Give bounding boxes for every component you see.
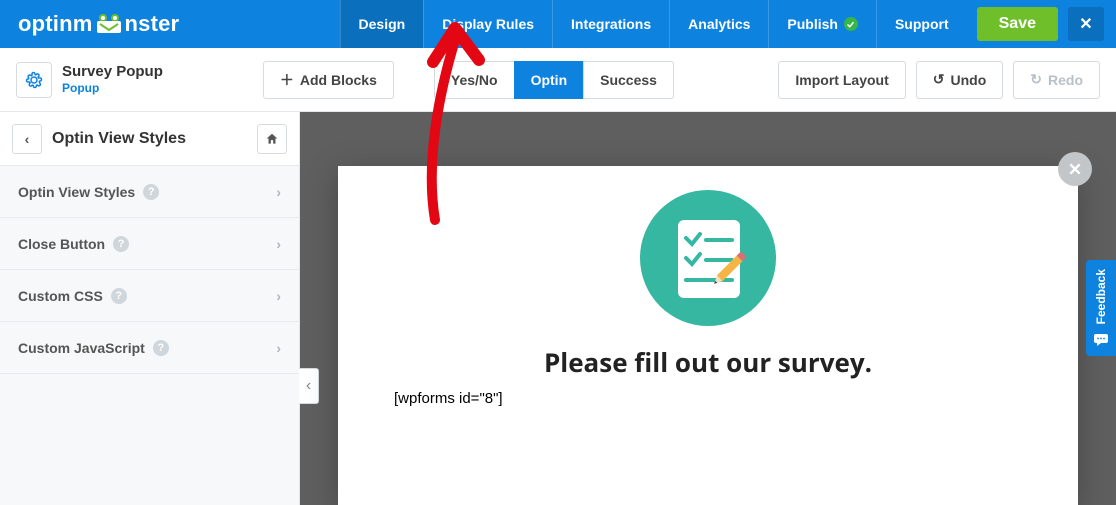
chevron-left-icon: ‹ (306, 377, 311, 395)
panel-label: Custom CSS (18, 288, 103, 304)
close-editor-button[interactable]: ✕ (1068, 7, 1104, 41)
feedback-tab[interactable]: Feedback (1086, 260, 1116, 356)
panel-label: Custom JavaScript (18, 340, 145, 356)
nav-analytics-label: Analytics (688, 16, 750, 32)
close-icon: ✕ (1079, 14, 1092, 34)
nav-integrations-label: Integrations (571, 16, 651, 32)
sidebar-back-button[interactable]: ‹ (12, 124, 42, 154)
popup-close-button[interactable] (1058, 152, 1092, 186)
campaign-type: Popup (62, 81, 163, 95)
redo-icon: ↻ (1030, 71, 1042, 88)
tab-success[interactable]: Success (583, 61, 674, 99)
undo-button[interactable]: ↺ Undo (916, 61, 1004, 99)
gear-icon (25, 71, 43, 89)
plus-icon: ＋ (280, 70, 294, 90)
chevron-left-icon: ‹ (25, 131, 30, 147)
panel-label: Close Button (18, 236, 105, 252)
top-nav: optinm nster Design Display Rules Integr… (0, 0, 1116, 48)
nav-support-label: Support (895, 16, 949, 32)
collapse-sidebar-button[interactable]: ‹ (299, 368, 319, 404)
home-icon (265, 132, 279, 146)
help-icon: ? (111, 288, 127, 304)
nav-publish-label: Publish (787, 16, 838, 32)
sub-header: Survey Popup Popup ＋ Add Blocks Yes/No O… (0, 48, 1116, 112)
panel-custom-css[interactable]: Custom CSS ? › (0, 270, 299, 322)
import-layout-button[interactable]: Import Layout (778, 61, 905, 99)
tab-optin[interactable]: Optin (514, 61, 584, 99)
chevron-right-icon: › (276, 288, 281, 304)
help-icon: ? (153, 340, 169, 356)
panel-optin-view-styles[interactable]: Optin View Styles ? › (0, 166, 299, 218)
publish-complete-icon (844, 17, 858, 31)
undo-label: Undo (951, 72, 987, 88)
nav-publish[interactable]: Publish (768, 0, 876, 48)
tab-yesno-label: Yes/No (451, 72, 498, 88)
save-button-label: Save (999, 15, 1036, 33)
sidebar-home-button[interactable] (257, 124, 287, 154)
logo-text-post: nster (125, 11, 180, 37)
sidebar-title: Optin View Styles (52, 130, 257, 148)
add-blocks-label: Add Blocks (300, 72, 377, 88)
undo-icon: ↺ (933, 71, 945, 88)
campaign-info: Survey Popup Popup (62, 64, 163, 95)
redo-button[interactable]: ↻ Redo (1013, 61, 1100, 99)
campaign-settings-button[interactable] (16, 62, 52, 98)
logo-monster-icon (95, 13, 123, 35)
popup-headline[interactable]: Please fill out our survey. (544, 344, 872, 380)
add-blocks-button[interactable]: ＋ Add Blocks (263, 61, 394, 99)
sidebar: ‹ Optin View Styles Optin View Styles ? … (0, 112, 300, 505)
close-icon (1068, 162, 1082, 176)
nav-display-rules[interactable]: Display Rules (423, 0, 552, 48)
panel-custom-js[interactable]: Custom JavaScript ? › (0, 322, 299, 374)
nav-support[interactable]: Support (876, 0, 967, 48)
canvas: ‹ (300, 112, 1116, 505)
popup-shortcode[interactable]: [wpforms id="8"] (394, 390, 503, 407)
sidebar-header: ‹ Optin View Styles (0, 112, 299, 166)
chevron-right-icon: › (276, 340, 281, 356)
panel-close-button[interactable]: Close Button ? › (0, 218, 299, 270)
nav-display-rules-label: Display Rules (442, 16, 534, 32)
speech-bubble-icon (1093, 333, 1109, 347)
help-icon: ? (113, 236, 129, 252)
logo: optinm nster (18, 11, 179, 37)
help-icon: ? (143, 184, 159, 200)
nav-design-label: Design (359, 16, 406, 32)
nav-analytics[interactable]: Analytics (669, 0, 768, 48)
chevron-right-icon: › (276, 184, 281, 200)
main-area: ‹ Optin View Styles Optin View Styles ? … (0, 112, 1116, 505)
panel-label: Optin View Styles (18, 184, 135, 200)
redo-label: Redo (1048, 72, 1083, 88)
nav-design[interactable]: Design (340, 0, 424, 48)
chevron-right-icon: › (276, 236, 281, 252)
popup-preview[interactable]: Please fill out our survey. [wpforms id=… (338, 166, 1078, 505)
popup-body: Please fill out our survey. [wpforms id=… (338, 166, 1078, 407)
nav-integrations[interactable]: Integrations (552, 0, 669, 48)
view-tabs: Yes/No Optin Success (434, 61, 674, 99)
import-layout-label: Import Layout (795, 72, 888, 88)
tab-optin-label: Optin (531, 72, 568, 88)
survey-illustration-icon (638, 188, 778, 328)
feedback-label: Feedback (1094, 269, 1108, 324)
logo-text-pre: optinm (18, 11, 93, 37)
tab-yesno[interactable]: Yes/No (434, 61, 514, 99)
tab-success-label: Success (600, 72, 657, 88)
save-button[interactable]: Save (977, 7, 1058, 41)
campaign-name: Survey Popup (62, 64, 163, 81)
